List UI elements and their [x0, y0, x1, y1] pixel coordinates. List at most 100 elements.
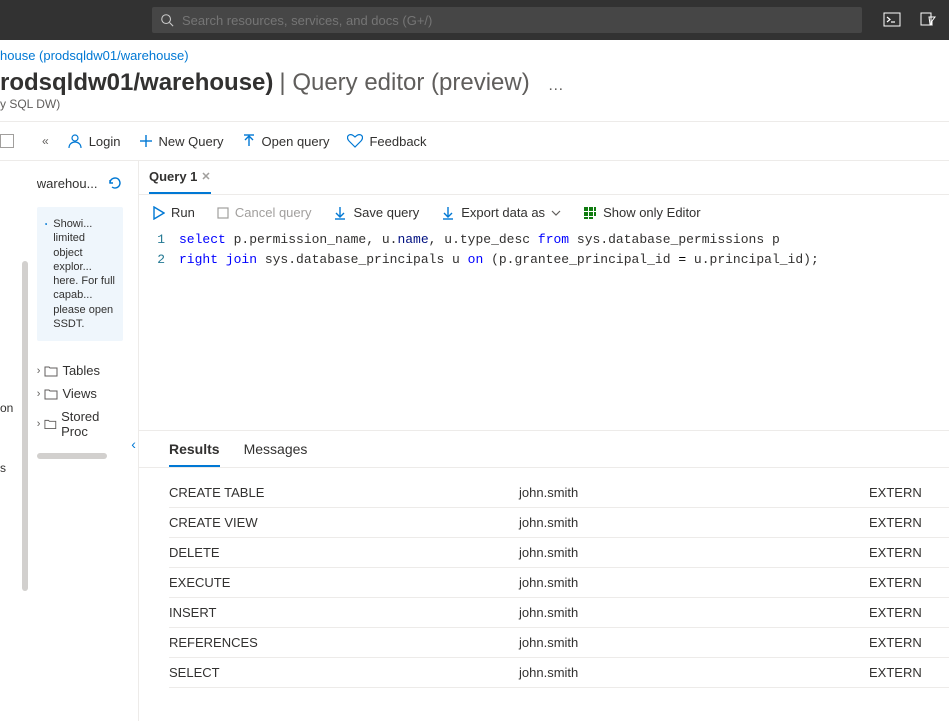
cell-user-name: john.smith: [519, 605, 869, 620]
left-scrollbar[interactable]: [22, 261, 28, 591]
tree-node-views[interactable]: › Views: [37, 382, 123, 405]
cell-type-desc: EXTERN: [869, 485, 949, 500]
cell-permission-name: SELECT: [169, 665, 519, 680]
plus-icon: [139, 134, 153, 148]
editor-tab-label: Query 1: [149, 169, 197, 184]
content-area: on s warehou... i Showi... limited objec…: [0, 161, 949, 721]
cancel-label: Cancel query: [235, 205, 312, 220]
heart-icon: [347, 133, 363, 149]
code-line-1: 1 select p.permission_name, u.name, u.ty…: [149, 230, 949, 250]
search-icon: [160, 13, 174, 27]
line-number: 1: [149, 230, 179, 250]
tab-results[interactable]: Results: [169, 441, 220, 467]
export-label: Export data as: [461, 205, 545, 220]
login-label: Login: [89, 134, 121, 149]
left-nav-item-2[interactable]: s: [0, 461, 6, 475]
editor-zone: Query 1 ✕ Run Cancel query Save query Ex…: [138, 161, 949, 721]
cell-user-name: john.smith: [519, 665, 869, 680]
table-row[interactable]: CREATE VIEWjohn.smithEXTERN: [169, 508, 949, 538]
tree-label: Views: [62, 386, 96, 401]
cell-user-name: john.smith: [519, 545, 869, 560]
play-icon: [153, 206, 165, 220]
chevron-right-icon: ›: [37, 388, 41, 400]
cell-type-desc: EXTERN: [869, 665, 949, 680]
save-query-button[interactable]: Save query: [333, 205, 419, 220]
database-name: warehou...: [37, 176, 98, 191]
export-data-button[interactable]: Export data as: [441, 205, 561, 220]
code-line-2: 2 right join sys.database_principals u o…: [149, 250, 949, 270]
cell-user-name: john.smith: [519, 635, 869, 650]
show-only-editor-button[interactable]: Show only Editor: [583, 205, 701, 220]
nav-collapse-box[interactable]: [0, 134, 14, 148]
user-icon: [67, 133, 83, 149]
new-query-button[interactable]: New Query: [139, 134, 224, 149]
global-search-input[interactable]: [182, 13, 854, 28]
cell-type-desc: EXTERN: [869, 545, 949, 560]
line-number: 2: [149, 250, 179, 270]
results-grid: CREATE TABLEjohn.smithEXTERNCREATE VIEWj…: [139, 468, 949, 688]
page-title-main: rodsqldw01/warehouse): [0, 69, 273, 97]
tree-node-tables[interactable]: › Tables: [37, 359, 123, 382]
open-query-button[interactable]: Open query: [242, 134, 330, 149]
global-search[interactable]: [152, 7, 862, 33]
table-row[interactable]: INSERTjohn.smithEXTERN: [169, 598, 949, 628]
chevron-right-icon: ›: [37, 418, 41, 430]
editor-tab-strip: Query 1 ✕: [139, 161, 949, 195]
cell-permission-name: INSERT: [169, 605, 519, 620]
table-row[interactable]: CREATE TABLEjohn.smithEXTERN: [169, 478, 949, 508]
download-icon: [333, 206, 347, 220]
cell-permission-name: CREATE TABLE: [169, 485, 519, 500]
cell-type-desc: EXTERN: [869, 575, 949, 590]
cell-permission-name: REFERENCES: [169, 635, 519, 650]
feedback-label: Feedback: [369, 134, 426, 149]
cell-user-name: john.smith: [519, 515, 869, 530]
sidebar-scrollbar[interactable]: [37, 453, 107, 459]
cell-user-name: john.smith: [519, 575, 869, 590]
more-actions-icon[interactable]: …: [548, 77, 566, 95]
chevron-down-icon: [551, 208, 561, 218]
page-subtitle: y SQL DW): [0, 97, 949, 121]
info-text: Showi... limited object explor... here. …: [53, 217, 115, 331]
command-bar: « Login New Query Open query Feedback: [0, 121, 949, 161]
tree-node-stored-procs[interactable]: › Stored Proc: [37, 405, 123, 443]
grid-icon: [583, 206, 597, 220]
code-content: right join sys.database_principals u on …: [179, 250, 819, 270]
code-content: select p.permission_name, u.name, u.type…: [179, 230, 780, 250]
cancel-query-button: Cancel query: [217, 205, 312, 220]
results-tab-strip: Results Messages: [139, 431, 949, 468]
cell-permission-name: CREATE VIEW: [169, 515, 519, 530]
refresh-icon[interactable]: [107, 175, 123, 191]
tab-messages[interactable]: Messages: [244, 441, 308, 467]
feedback-button[interactable]: Feedback: [347, 133, 426, 149]
object-explorer-header: warehou...: [37, 175, 123, 207]
directory-filter-icon[interactable]: [919, 11, 937, 29]
open-query-label: Open query: [262, 134, 330, 149]
cell-permission-name: DELETE: [169, 545, 519, 560]
folder-icon: [44, 365, 58, 377]
left-scroll-strip: [12, 161, 31, 721]
table-row[interactable]: REFERENCESjohn.smithEXTERN: [169, 628, 949, 658]
sql-editor[interactable]: 1 select p.permission_name, u.name, u.ty…: [139, 230, 949, 430]
show-editor-label: Show only Editor: [603, 205, 701, 220]
cloud-shell-icon[interactable]: [883, 11, 901, 29]
close-icon[interactable]: ✕: [201, 170, 210, 183]
breadcrumb-link[interactable]: house (prodsqldw01/warehouse): [0, 48, 189, 63]
cell-type-desc: EXTERN: [869, 635, 949, 650]
top-bar: [0, 0, 949, 40]
editor-tab-query1[interactable]: Query 1 ✕: [149, 169, 211, 194]
table-row[interactable]: DELETEjohn.smithEXTERN: [169, 538, 949, 568]
cell-permission-name: EXECUTE: [169, 575, 519, 590]
cell-user-name: john.smith: [519, 485, 869, 500]
new-query-label: New Query: [159, 134, 224, 149]
download-icon: [441, 206, 455, 220]
run-button[interactable]: Run: [153, 205, 195, 220]
table-row[interactable]: SELECTjohn.smithEXTERN: [169, 658, 949, 688]
panel-collapse-handle[interactable]: ‹: [129, 436, 138, 452]
collapse-chevron-icon[interactable]: «: [42, 134, 49, 148]
cell-type-desc: EXTERN: [869, 605, 949, 620]
tree-label: Tables: [62, 363, 100, 378]
left-nav-fragment: on s: [0, 161, 12, 721]
login-button[interactable]: Login: [67, 133, 121, 149]
editor-toolbar: Run Cancel query Save query Export data …: [139, 195, 949, 230]
table-row[interactable]: EXECUTEjohn.smithEXTERN: [169, 568, 949, 598]
